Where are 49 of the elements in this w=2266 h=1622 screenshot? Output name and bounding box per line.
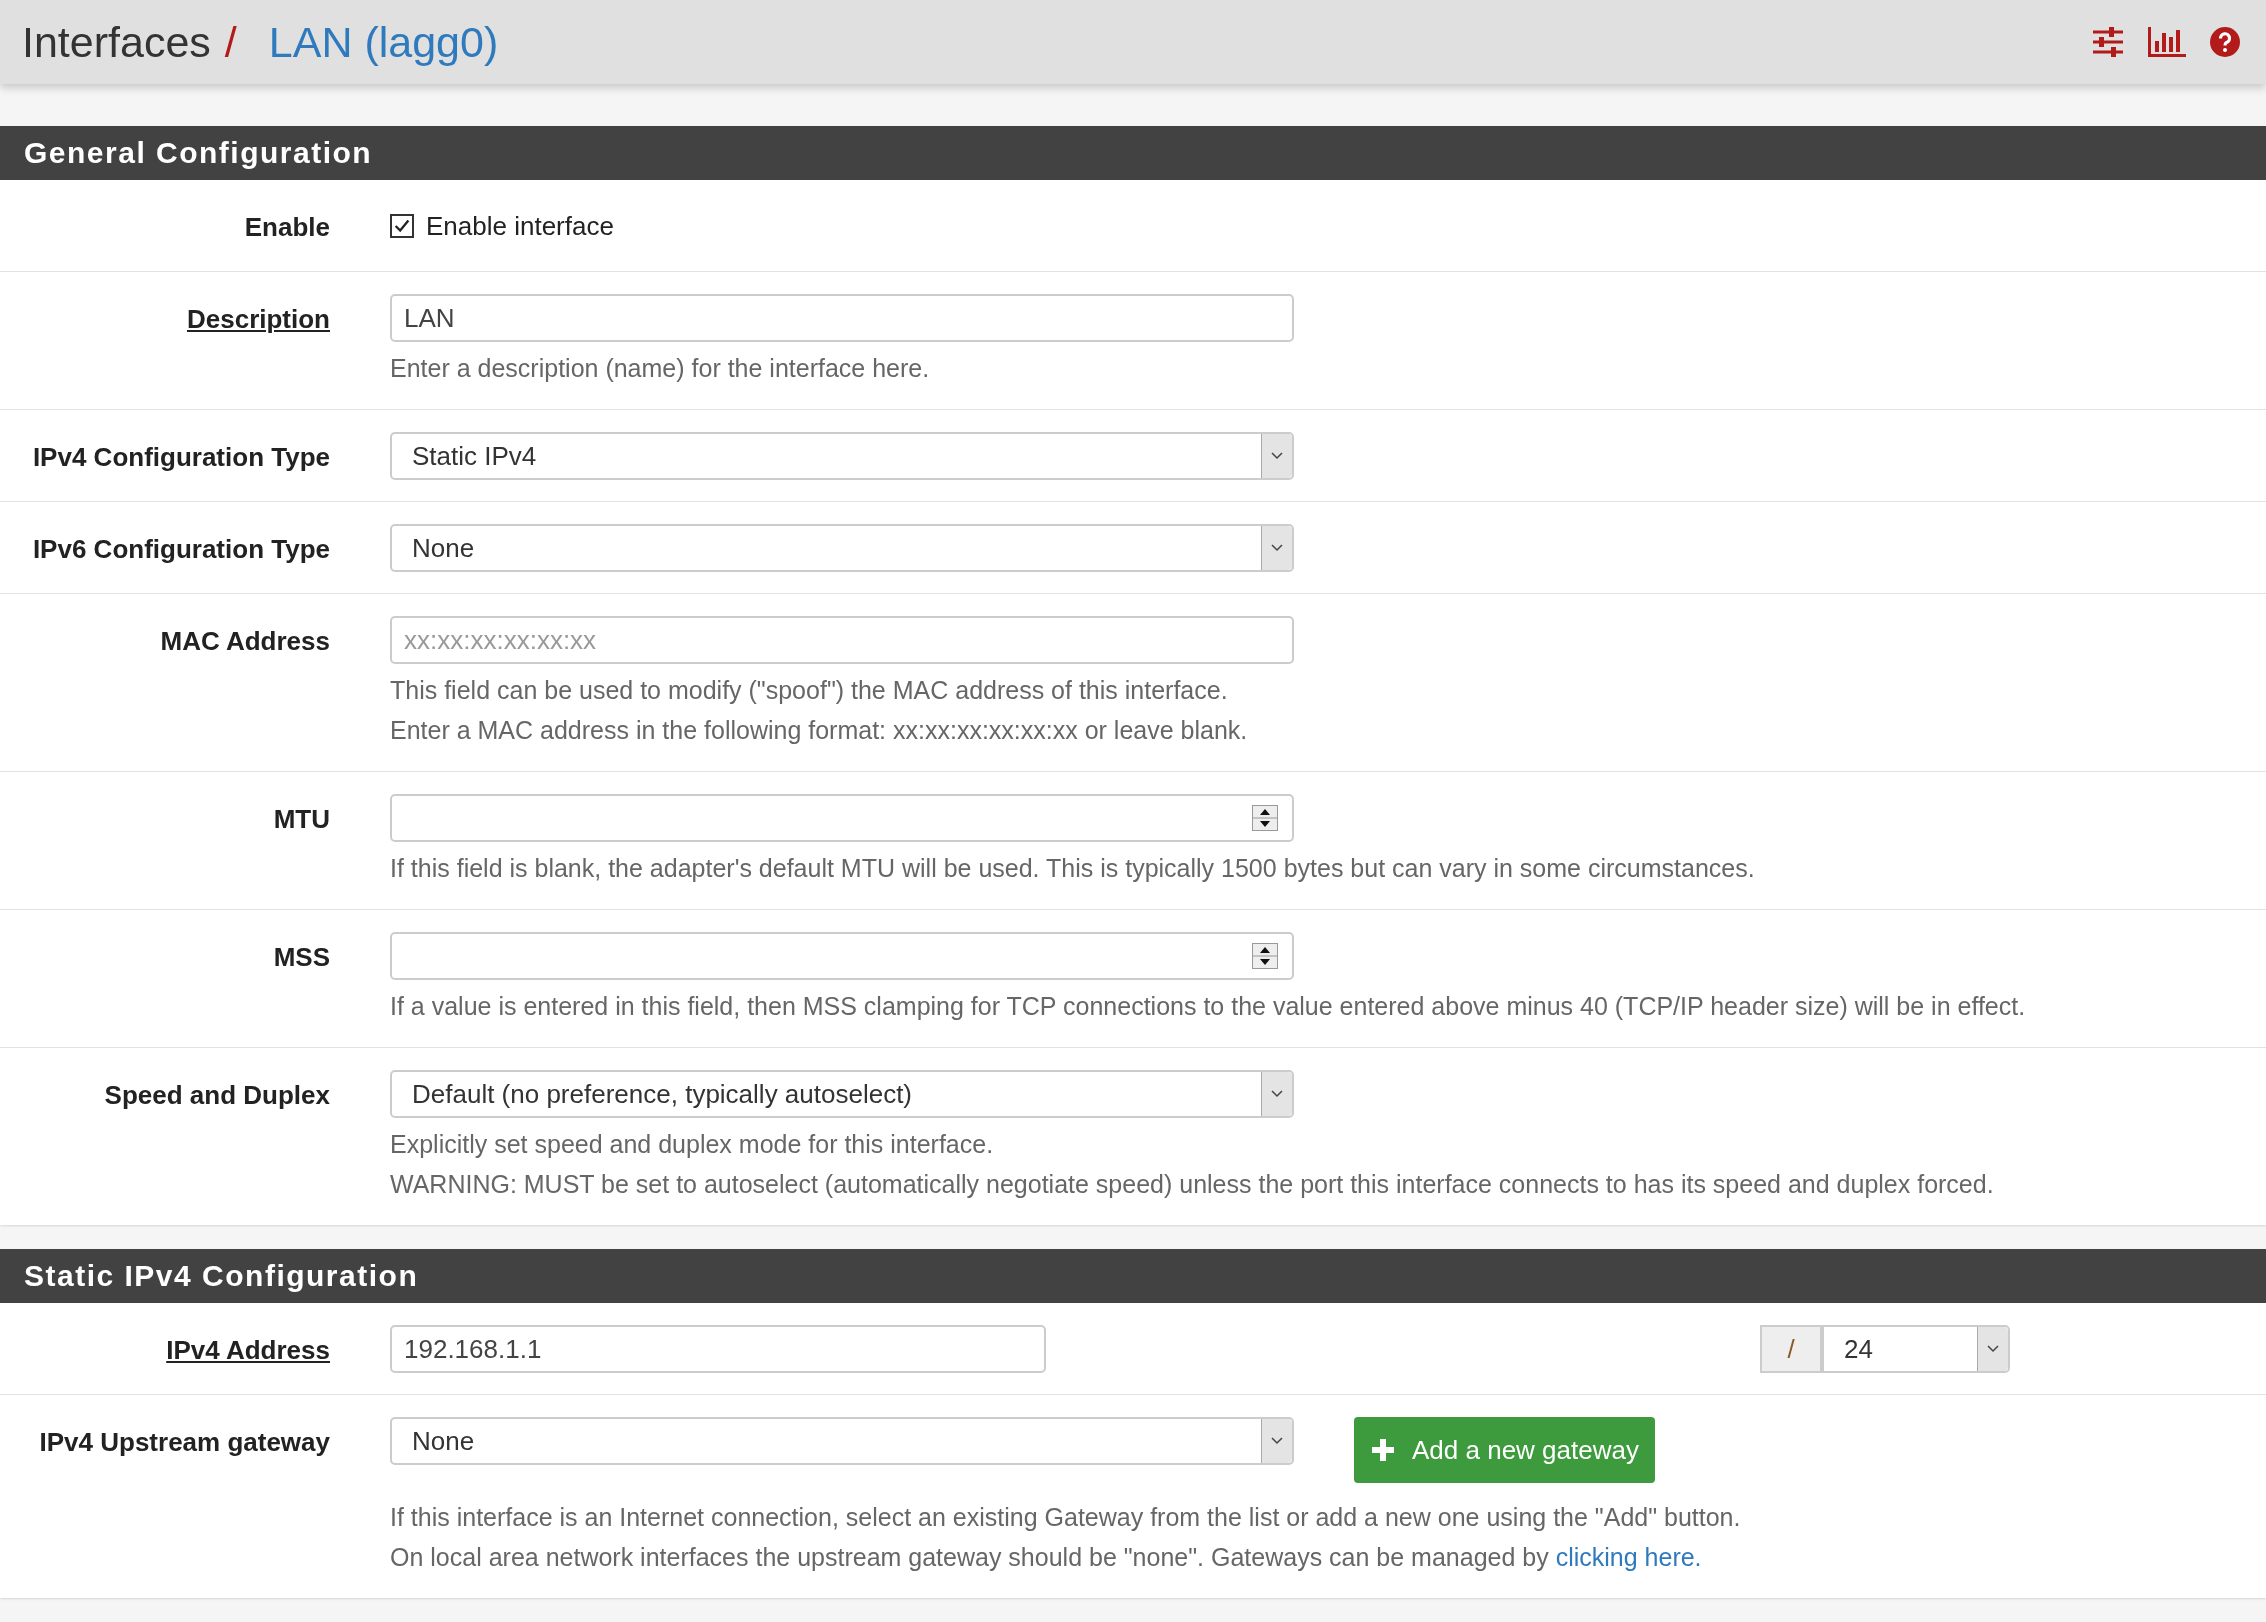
field-label-link[interactable]: IPv4 Address (166, 1335, 330, 1366)
dropdown-field[interactable]: Static IPv4 (390, 432, 1294, 480)
dropdown-caret-icon (1261, 526, 1292, 570)
section-header: General Configuration (0, 126, 2266, 180)
field-label-link[interactable]: Description (186, 304, 330, 335)
dropdown-field[interactable]: None (390, 1417, 1294, 1465)
field-label: Speed and Duplex (104, 1080, 330, 1111)
help-text: If a value is entered in this field, then MSS clamping for TCP connections to the value entered above minus 40 (TCP/IP header size) will be in effect. (390, 991, 2027, 1022)
number-field[interactable] (390, 932, 1294, 980)
spinner-icon[interactable] (1252, 805, 1278, 831)
field-label: IPv4 Configuration Type (32, 442, 330, 473)
dropdown-field[interactable]: Default (no preference, typically autoselect) (390, 1070, 1294, 1118)
field-label: IPv6 Configuration Type (32, 534, 330, 565)
help-text: On local area network interfaces the upstream gateway should be "none". Gateways can be managed by clicking here. (390, 1542, 1703, 1573)
subnet-dropdown[interactable]: 24 (1824, 1325, 2010, 1373)
help-text: Enter a MAC address in the following format: xx:xx:xx:xx:xx:xx or leave blank. (390, 715, 1249, 746)
sliders-icon[interactable] (2092, 27, 2124, 57)
text-field[interactable]: xx:xx:xx:xx:xx:xx (390, 616, 1294, 664)
help-text: WARNING: MUST be set to autoselect (automatically negotiate speed) unless the port this interface connects to has its speed and duplex forced. (390, 1169, 1995, 1200)
field-label: MAC Address (160, 626, 330, 657)
help-text: Enter a description (name) for the interface here. (390, 353, 931, 384)
slash-addon: / (1760, 1325, 1824, 1373)
breadcrumb-separator: / (224, 17, 237, 67)
field-label: Enable (244, 212, 330, 243)
bar-chart-icon[interactable] (2148, 27, 2186, 57)
help-text: This field can be used to modify ("spoof") the MAC address of this interface. (390, 675, 1229, 706)
dropdown-field[interactable]: None (390, 524, 1294, 572)
breadcrumb-link[interactable]: Interfaces (22, 17, 211, 67)
help-text: If this field is blank, the adapter's default MTU will be used. This is typically 1500 bytes but can vary in some circumstances. (390, 853, 1756, 884)
spinner-icon[interactable] (1252, 943, 1278, 969)
dropdown-caret-icon (1977, 1327, 2008, 1371)
plus-icon (1370, 1437, 1396, 1463)
add-gateway-button[interactable]: Add a new gateway (1354, 1417, 1655, 1483)
text-field[interactable]: LAN (390, 294, 1294, 342)
clicking-here-link[interactable]: clicking here. (1555, 1543, 1702, 1571)
help-text: If this interface is an Internet connection, select an existing Gateway from the list or add a new one using the "Add" button. (390, 1502, 1742, 1533)
field-label: IPv4 Upstream gateway (39, 1427, 330, 1458)
section-header: Static IPv4 Configuration (0, 1249, 2266, 1303)
dropdown-caret-icon (1261, 1419, 1292, 1463)
checkbox[interactable] (390, 214, 414, 238)
checkbox-label[interactable]: Enable interface (426, 210, 614, 242)
field-label: MTU (273, 804, 330, 835)
ip-address-field[interactable]: 192.168.1.1 (390, 1325, 1046, 1373)
number-field[interactable] (390, 794, 1294, 842)
dropdown-caret-icon (1261, 434, 1292, 478)
help-icon[interactable] (2210, 27, 2240, 57)
help-text: Explicitly set speed and duplex mode for this interface. (390, 1129, 995, 1160)
field-label: MSS (273, 942, 330, 973)
dropdown-caret-icon (1261, 1072, 1292, 1116)
